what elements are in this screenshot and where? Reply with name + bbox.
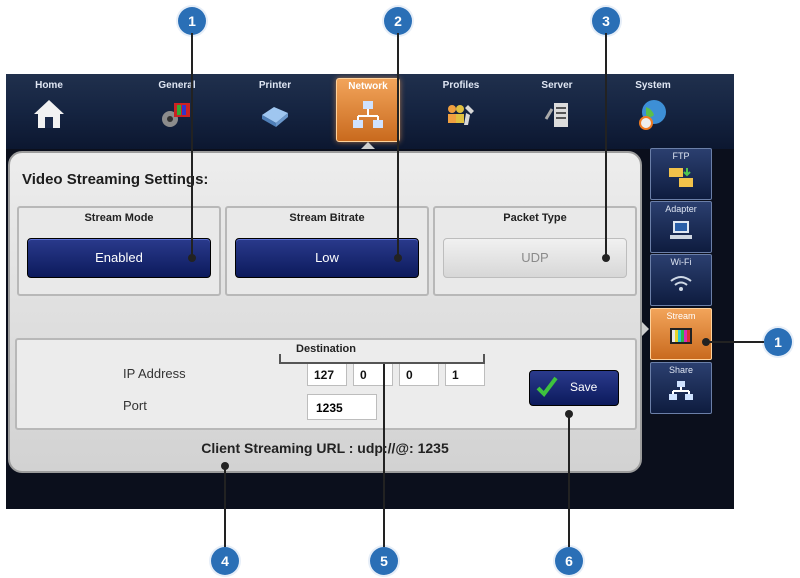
tab-label: Profiles [442, 80, 480, 91]
tab-home[interactable]: Home [18, 78, 80, 140]
callout-leader-end [602, 254, 610, 262]
tab-server[interactable]: Server [526, 78, 588, 140]
sidebar-item-wifi[interactable]: Wi-Fi [650, 254, 712, 306]
ftp-icon [669, 168, 693, 187]
ip-octet-3-field[interactable]: 0 [399, 362, 439, 386]
sidebar-item-label: Adapter [665, 204, 697, 214]
top-navigation: Home General Printer Network Profiles Se… [6, 74, 734, 149]
stream-mode-label: Stream Mode [84, 212, 154, 224]
stream-mode-select[interactable]: Enabled [27, 238, 211, 278]
destination-box: Destination IP Address Port 127 0 0 1 12… [15, 338, 637, 430]
sidebar-item-label: Share [668, 365, 694, 375]
ip-octet-3: 0 [406, 368, 413, 382]
callout-leader [397, 33, 399, 258]
wifi-icon [670, 276, 692, 291]
page-title: Video Streaming Settings: [22, 171, 209, 188]
profiles-icon [448, 105, 474, 125]
port-field[interactable]: 1235 [307, 394, 377, 420]
callout-leader [706, 341, 764, 343]
ip-octet-2: 0 [360, 368, 367, 382]
callout-leader [383, 364, 385, 547]
tab-system[interactable]: System [622, 78, 684, 140]
callout-leader-end [565, 410, 573, 418]
tab-label: Home [35, 80, 63, 91]
check-icon [536, 376, 558, 398]
callout-2: 2 [384, 7, 412, 35]
sidebar-item-stream[interactable]: Stream [650, 308, 712, 360]
stream-bitrate-select[interactable]: Low [235, 238, 419, 278]
network-icon [353, 101, 383, 128]
sidebar-item-label: FTP [672, 151, 690, 161]
share-icon [669, 381, 693, 400]
tab-printer[interactable]: Printer [244, 78, 306, 140]
callout-3: 3 [592, 7, 620, 35]
callout-5: 5 [370, 547, 398, 575]
callout-leader-end [221, 462, 229, 470]
sidebar-item-ftp[interactable]: FTP [650, 148, 712, 200]
tab-general[interactable]: General [146, 78, 208, 140]
stream-icon [670, 328, 692, 344]
callout-leader [605, 33, 607, 258]
callout-6: 6 [555, 547, 583, 575]
port-label: Port [123, 398, 147, 413]
tab-label: System [635, 80, 671, 91]
tab-label: Network [348, 81, 388, 92]
tab-label: Printer [258, 80, 292, 91]
packet-type-select[interactable]: UDP [443, 238, 627, 278]
sidebar-item-share[interactable]: Share [650, 362, 712, 414]
tab-profiles[interactable]: Profiles [430, 78, 492, 140]
ip-octet-4-field[interactable]: 1 [445, 362, 485, 386]
callout-leader-end [188, 254, 196, 262]
active-tab-pointer [361, 142, 375, 149]
active-side-pointer [642, 322, 649, 336]
callout-leader [191, 33, 193, 258]
settings-panel: Video Streaming Settings: Stream Mode En… [8, 151, 642, 473]
general-icon [162, 103, 190, 127]
ip-octet-1-field[interactable]: 127 [307, 362, 347, 386]
printer-icon [262, 107, 288, 127]
save-button[interactable]: Save [529, 370, 619, 406]
home-icon [34, 100, 64, 128]
tab-network[interactable]: Network [336, 78, 400, 142]
ip-octet-4: 1 [452, 368, 459, 382]
callout-4: 4 [211, 547, 239, 575]
destination-bracket [279, 354, 485, 364]
sidebar-item-adapter[interactable]: Adapter [650, 201, 712, 253]
streaming-url: Client Streaming URL : udp://@: 1235 [201, 440, 449, 456]
ip-octet-2-field[interactable]: 0 [353, 362, 393, 386]
tab-label: General [158, 80, 196, 91]
adapter-icon [670, 221, 692, 239]
ip-address-label: IP Address [123, 366, 186, 381]
device-screen: Home General Printer Network Profiles Se… [6, 74, 734, 509]
callout-1-right: 1 [764, 328, 792, 356]
callout-leader [568, 414, 570, 547]
sidebar-item-label: Stream [666, 311, 696, 321]
system-icon [639, 100, 666, 130]
server-icon [544, 103, 568, 127]
save-label: Save [570, 380, 598, 394]
callout-1-top: 1 [178, 7, 206, 35]
callout-leader-end [702, 338, 710, 346]
callout-leader [224, 466, 226, 547]
sidebar-item-label: Wi-Fi [670, 257, 692, 267]
tab-label: Server [541, 80, 573, 91]
callout-leader-end [394, 254, 402, 262]
